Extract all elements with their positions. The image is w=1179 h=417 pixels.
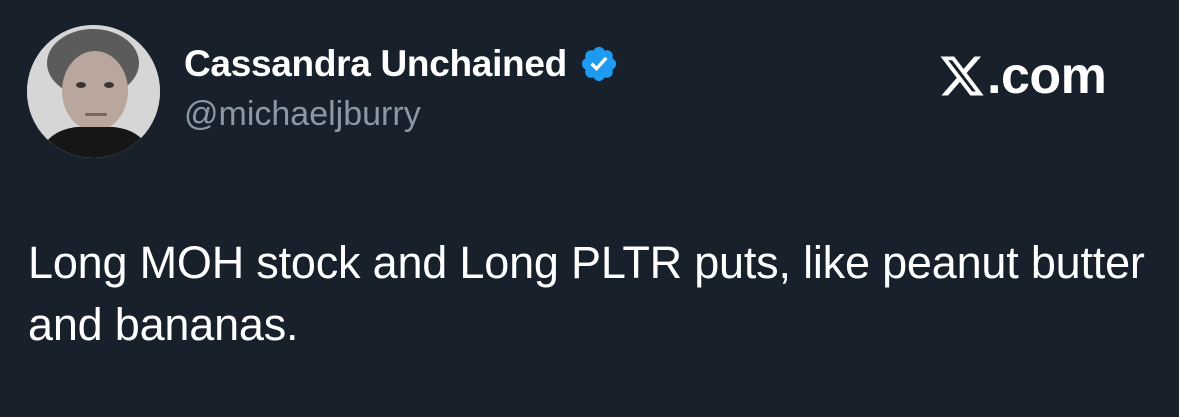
tweet-card: Cassandra Unchained @michaeljburry .com … bbox=[0, 0, 1179, 417]
author-name-row: Cassandra Unchained bbox=[184, 38, 619, 90]
avatar[interactable] bbox=[27, 25, 160, 158]
brand-watermark: .com bbox=[938, 46, 1107, 106]
display-name[interactable]: Cassandra Unchained bbox=[184, 43, 567, 85]
tweet-text: Long MOH stock and Long PLTR puts, like … bbox=[28, 237, 1145, 350]
x-logo-icon bbox=[938, 52, 986, 100]
avatar-image bbox=[27, 25, 160, 158]
author-handle[interactable]: @michaeljburry bbox=[184, 95, 421, 134]
brand-domain: .com bbox=[987, 47, 1107, 105]
verified-badge-icon bbox=[579, 44, 619, 84]
